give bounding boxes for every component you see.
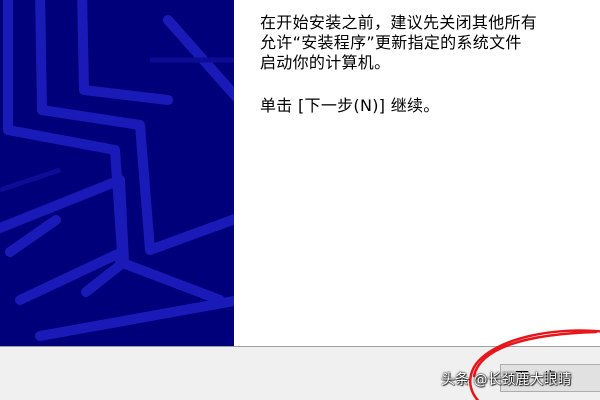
instruction-line-2: 允许“安装程序”更新指定的系统文件 bbox=[260, 33, 522, 52]
continue-text: 单击 [下一步(N)] 继续。 bbox=[260, 96, 440, 115]
wizard-graphic-lines bbox=[0, 0, 234, 341]
graphic-line-10 bbox=[0, 167, 61, 193]
wizard-content: 在开始安装之前，建议先关闭其他所有 允许“安装程序”更新指定的系统文件 启动你的… bbox=[234, 0, 600, 346]
graphic-line-6 bbox=[163, 15, 234, 102]
instruction-line-1: 在开始安装之前，建议先关闭其他所有 bbox=[260, 13, 538, 32]
graphic-line-7 bbox=[35, 295, 234, 341]
watermark-text: 头条 @长颈鹿大眼睛 bbox=[441, 372, 572, 388]
installer-window: 在开始安装之前，建议先关闭其他所有 允许“安装程序”更新指定的系统文件 启动你的… bbox=[0, 0, 600, 400]
instruction-line-3: 启动你的计算机。 bbox=[260, 53, 391, 72]
continue-instruction: 单击 [下一步(N)] 继续。 bbox=[260, 96, 440, 116]
graphic-line-8 bbox=[115, 257, 225, 305]
wizard-side-graphic bbox=[0, 0, 234, 346]
graphic-line-2 bbox=[35, 0, 234, 255]
graphic-line-1 bbox=[3, 0, 127, 305]
instruction-paragraph: 在开始安装之前，建议先关闭其他所有 允许“安装程序”更新指定的系统文件 启动你的… bbox=[260, 13, 537, 73]
graphic-line-3 bbox=[77, 0, 173, 105]
